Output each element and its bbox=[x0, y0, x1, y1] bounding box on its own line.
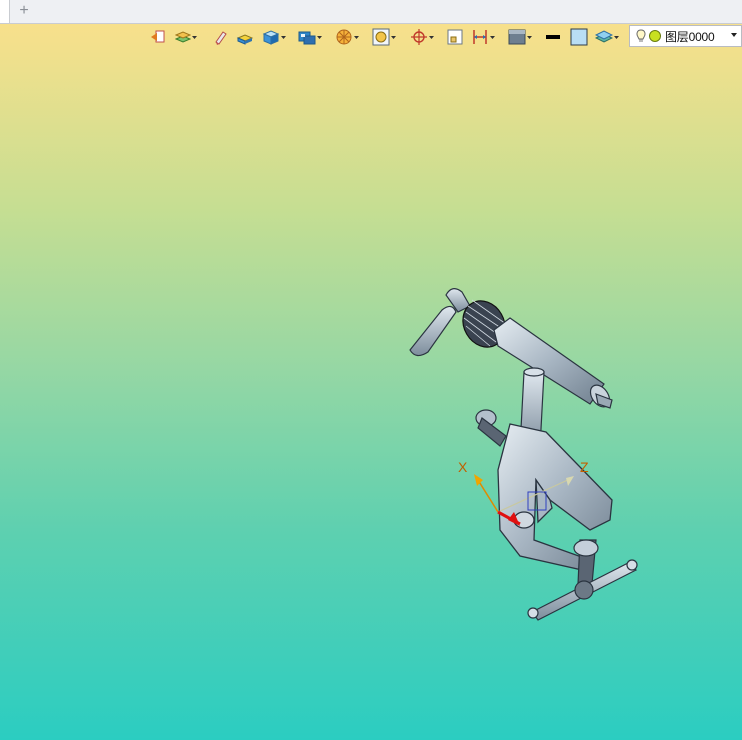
zoom-fit-dropdown[interactable] bbox=[390, 27, 397, 47]
dimension-icon bbox=[473, 30, 487, 44]
render-mode-icon bbox=[298, 31, 316, 45]
layer-name: 图层0000 bbox=[665, 29, 715, 44]
chevron-down-icon bbox=[281, 35, 286, 39]
axis-z-label: Z bbox=[580, 459, 589, 475]
snap-target-dropdown[interactable] bbox=[428, 27, 435, 47]
section-view-button[interactable] bbox=[335, 27, 360, 47]
layer-select[interactable]: 图层0000 bbox=[629, 25, 742, 47]
side-screw-part[interactable] bbox=[475, 409, 507, 447]
new-tab-button[interactable]: + bbox=[17, 2, 31, 20]
snap-target-icon bbox=[411, 29, 427, 45]
stack-layers-icon bbox=[595, 30, 613, 43]
dimension-dropdown[interactable] bbox=[489, 27, 496, 47]
zoom-fit-icon bbox=[372, 28, 390, 46]
box-view-icon bbox=[262, 30, 280, 45]
bulb-icon[interactable] bbox=[636, 29, 646, 43]
layer-color-icon bbox=[649, 30, 661, 42]
exit-sketch-button[interactable] bbox=[150, 27, 166, 47]
section-view-icon bbox=[336, 29, 352, 45]
axis-x-label: X bbox=[458, 459, 468, 475]
box-view-dropdown[interactable] bbox=[280, 27, 287, 47]
fill-color-icon bbox=[570, 28, 588, 46]
render-mode-button[interactable] bbox=[298, 27, 323, 47]
chevron-down-icon[interactable] bbox=[731, 33, 737, 37]
stack-layers-button[interactable] bbox=[595, 27, 620, 47]
horizontal-rod-part[interactable] bbox=[493, 317, 613, 410]
display-style-dropdown[interactable] bbox=[526, 27, 533, 47]
chevron-down-icon bbox=[317, 35, 322, 39]
layers-button[interactable] bbox=[175, 27, 198, 47]
chevron-down-icon bbox=[614, 35, 619, 39]
line-color-icon bbox=[546, 35, 560, 39]
line-color-button[interactable] bbox=[545, 27, 561, 47]
solid-color-icon bbox=[236, 34, 254, 45]
chevron-down-icon bbox=[192, 35, 197, 39]
frame-button[interactable] bbox=[447, 27, 463, 47]
exit-sketch-icon bbox=[151, 30, 165, 43]
eraser-icon bbox=[215, 31, 227, 45]
snap-target-button[interactable] bbox=[410, 27, 435, 47]
section-view-dropdown[interactable] bbox=[353, 27, 360, 47]
chevron-down-icon bbox=[527, 35, 532, 39]
eraser-button[interactable] bbox=[213, 27, 227, 47]
display-style-button[interactable] bbox=[508, 27, 533, 47]
chevron-down-icon bbox=[391, 35, 396, 39]
layers-icon bbox=[175, 31, 191, 43]
solid-color-button[interactable] bbox=[236, 27, 254, 47]
chevron-down-icon bbox=[429, 35, 434, 39]
stack-layers-dropdown[interactable] bbox=[613, 27, 620, 47]
chevron-down-icon bbox=[490, 35, 495, 39]
display-style-icon bbox=[508, 29, 526, 45]
document-tab[interactable] bbox=[0, 0, 10, 23]
wing-nut-part[interactable] bbox=[409, 288, 471, 357]
document-tab-strip: + bbox=[0, 0, 742, 24]
frame-icon bbox=[447, 29, 463, 45]
chevron-down-icon bbox=[354, 35, 359, 39]
layers-dropdown[interactable] bbox=[191, 27, 198, 47]
clamp-assembly-model[interactable]: X Z bbox=[0, 24, 742, 740]
fill-color-button[interactable] bbox=[570, 27, 588, 47]
dimension-button[interactable] bbox=[471, 27, 496, 47]
render-mode-dropdown[interactable] bbox=[316, 27, 323, 47]
zoom-fit-button[interactable] bbox=[372, 27, 397, 47]
box-view-button[interactable] bbox=[262, 27, 287, 47]
3d-viewport[interactable]: X Z bbox=[0, 24, 742, 740]
